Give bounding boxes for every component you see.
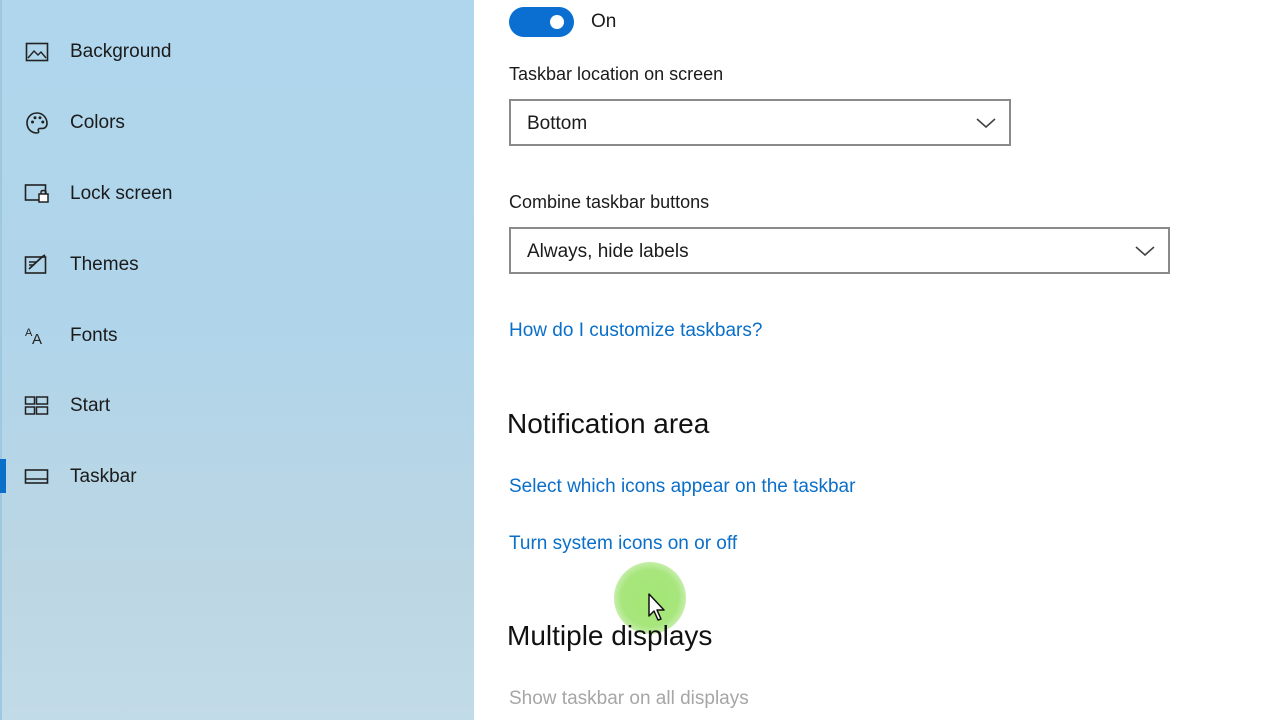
lock-screen-icon [24,181,50,207]
taskbar-location-label: Taskbar location on screen [509,64,724,84]
dropdown-value: Bottom [527,113,588,134]
taskbar-toggle-switch[interactable] [509,7,574,37]
notification-area-heading: Notification area [507,408,710,439]
system-icons-link[interactable]: Turn system icons on or off [509,533,737,555]
sidebar-item-background[interactable]: Background [0,24,474,80]
sidebar-item-taskbar[interactable]: Taskbar [0,449,474,505]
themes-icon [24,252,50,278]
customize-taskbars-link[interactable]: How do I customize taskbars? [509,320,762,342]
sidebar-item-start[interactable]: Start [0,378,474,434]
mouse-pointer-icon [648,593,665,621]
select-icons-link[interactable]: Select which icons appear on the taskbar [509,476,855,498]
sidebar-item-label: Background [70,41,172,62]
palette-icon [24,110,50,136]
sidebar-item-themes[interactable]: Themes [0,237,474,293]
chevron-down-icon [1134,241,1156,261]
sidebar-item-label: Themes [70,254,139,275]
sidebar-item-label: Colors [70,112,125,133]
fonts-icon: AA [24,323,50,349]
sidebar-item-label: Fonts [70,325,118,346]
dropdown-value: Always, hide labels [527,241,689,262]
combine-buttons-dropdown[interactable]: Always, hide labels [509,227,1170,274]
sidebar-item-label: Taskbar [70,466,137,487]
show-on-all-displays-label: Show taskbar on all displays [509,688,749,709]
sidebar: Background Colors Lock screen Themes AA … [0,0,474,720]
multiple-displays-heading: Multiple displays [507,620,713,651]
sidebar-item-lock-screen[interactable]: Lock screen [0,166,474,222]
toggle-knob [550,15,564,29]
sidebar-item-fonts[interactable]: AA Fonts [0,308,474,364]
picture-icon [24,39,50,65]
sidebar-item-label: Start [70,395,111,416]
chevron-down-icon [975,113,997,133]
taskbar-icon [24,464,50,490]
sidebar-item-label: Lock screen [70,183,173,204]
sidebar-item-colors[interactable]: Colors [0,95,474,151]
combine-buttons-label: Combine taskbar buttons [509,192,710,212]
start-icon [24,393,50,419]
taskbar-location-dropdown[interactable]: Bottom [509,99,1011,146]
svg-text:A: A [32,331,42,347]
toggle-state-label: On [591,11,617,32]
